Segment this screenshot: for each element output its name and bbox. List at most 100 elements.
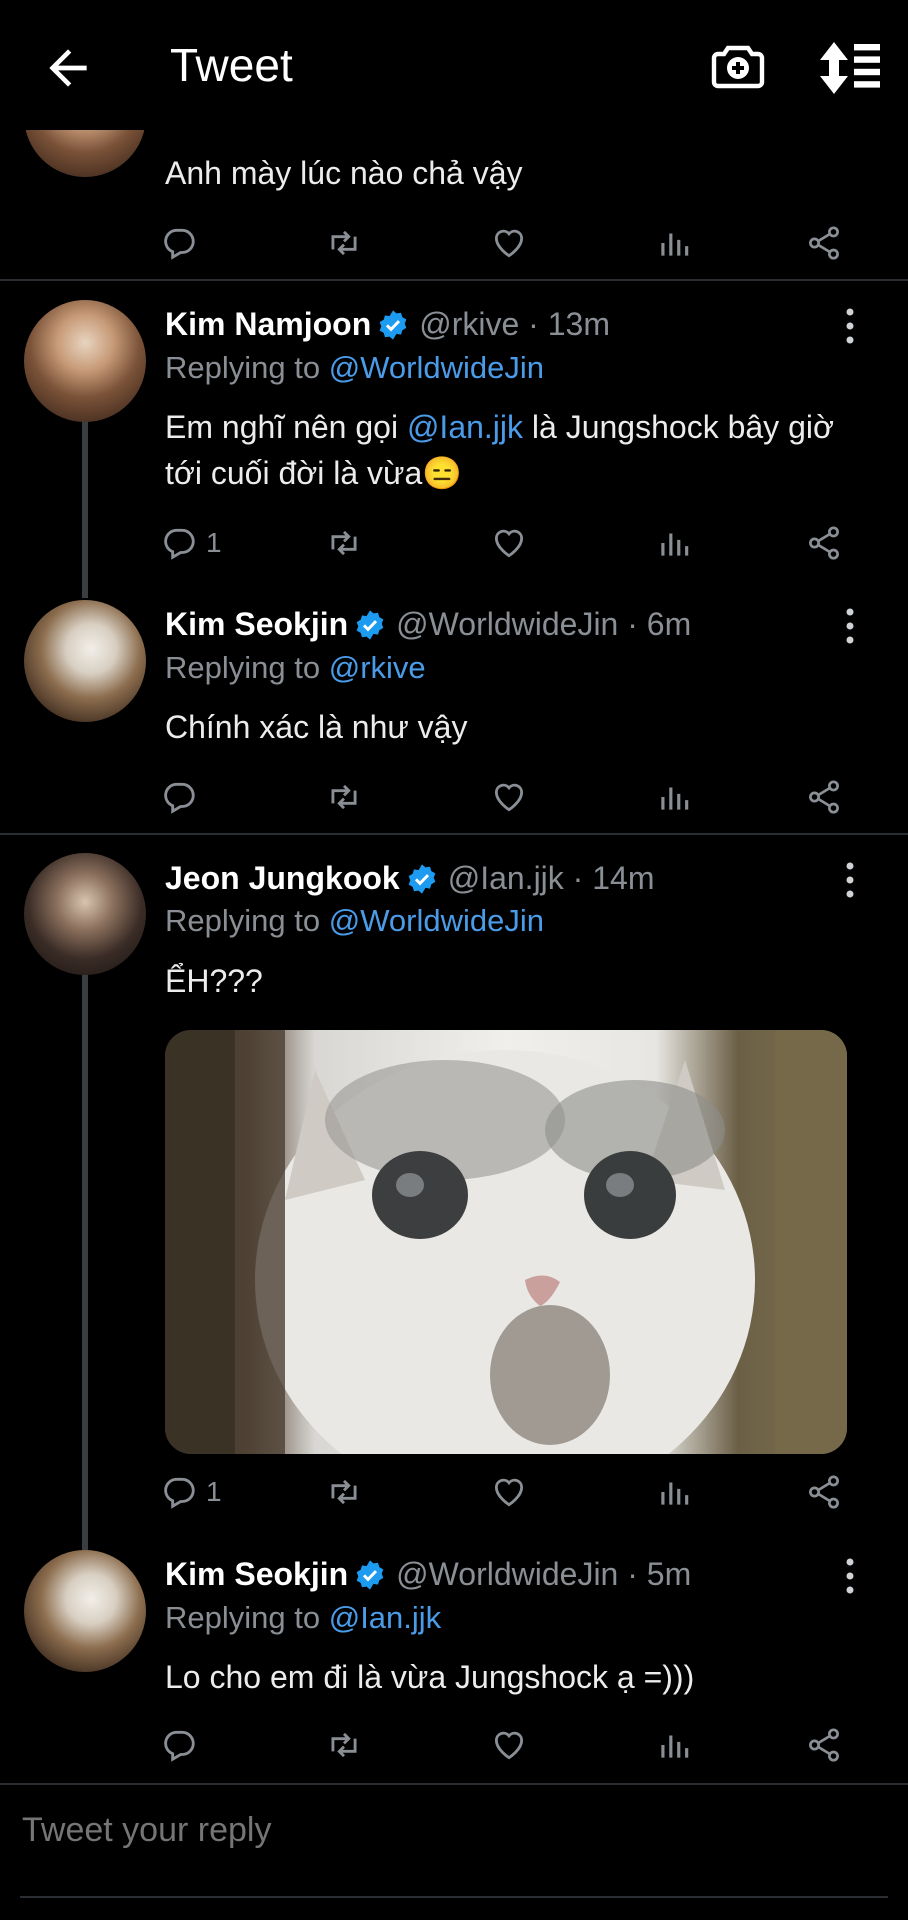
mention-link[interactable]: @Ian.jjk [329, 1600, 441, 1635]
replying-to: Replying to @WorldwideJin [165, 350, 544, 386]
like-heart-button[interactable] [490, 1720, 528, 1770]
more-options-icon[interactable] [840, 306, 860, 346]
tweet-header: Jeon Jungkook @Ian.jjk · 14m [165, 860, 654, 897]
back-arrow-icon[interactable] [40, 40, 96, 96]
more-options-icon[interactable] [840, 860, 860, 900]
thread-line [82, 420, 88, 598]
reply-icon [164, 1730, 195, 1762]
retweet-button[interactable] [325, 1467, 363, 1517]
display-name[interactable]: Kim Namjoon [165, 306, 371, 343]
tweet-text: Em nghĩ nên gọi @Ian.jjk là Jungshock bâ… [165, 404, 865, 496]
like-heart-button[interactable] [490, 518, 528, 568]
text-part: tới cuối đời là vừa😑 [165, 455, 463, 491]
tweet-actions: 1 [160, 518, 860, 568]
mention-link[interactable]: @WorldwideJin [329, 350, 544, 385]
share-button[interactable] [805, 1467, 843, 1517]
avatar[interactable] [24, 300, 146, 422]
more-options-icon[interactable] [840, 606, 860, 646]
share-button[interactable] [805, 1720, 843, 1770]
reply-composer [0, 1786, 908, 1898]
analytics-icon [661, 1735, 689, 1758]
share-button[interactable] [805, 218, 843, 268]
reply-button[interactable]: 1 [160, 1467, 222, 1517]
verified-badge-icon [408, 863, 436, 894]
verified-badge-icon [356, 1559, 384, 1590]
share-icon [809, 1728, 839, 1762]
analytics-icon [661, 1482, 689, 1505]
like-heart-icon [494, 783, 524, 812]
retweet-icon [331, 230, 357, 256]
avatar[interactable] [24, 600, 146, 722]
reply-count: 1 [206, 1476, 222, 1507]
like-heart-icon [494, 1478, 524, 1507]
analytics-button[interactable] [655, 772, 693, 822]
display-name[interactable]: Kim Seokjin [165, 606, 348, 643]
share-button[interactable] [805, 772, 843, 822]
like-heart-button[interactable] [490, 1467, 528, 1517]
analytics-button[interactable] [655, 218, 693, 268]
mention-link[interactable]: @Ian.jjk [407, 409, 523, 445]
analytics-icon [661, 787, 689, 810]
reply-input[interactable] [20, 1810, 884, 1851]
share-icon [809, 1475, 839, 1509]
share-icon [809, 526, 839, 560]
share-icon [809, 780, 839, 814]
tweet-text: Lo cho em đi là vừa Jungshock ạ =))) [165, 1659, 695, 1695]
handle-timestamp: @WorldwideJin · 6m [396, 606, 692, 642]
mention-link[interactable]: @rkive [329, 650, 426, 685]
replying-to-label: Replying to [165, 650, 329, 685]
reply-count: 1 [206, 527, 222, 558]
like-heart-button[interactable] [490, 772, 528, 822]
reply-button[interactable] [160, 218, 198, 268]
tweet-header: Kim Seokjin @WorldwideJin · 5m [165, 1556, 691, 1593]
replying-to-label: Replying to [165, 1600, 329, 1635]
tweet-header: Kim Namjoon @rkive · 13m [165, 306, 610, 343]
replying-to-label: Replying to [165, 350, 329, 385]
retweet-icon [331, 1732, 357, 1758]
more-options-icon[interactable] [840, 1556, 860, 1596]
tweet-text: Chính xác là như vậy [165, 709, 468, 745]
reply-button[interactable] [160, 772, 198, 822]
divider [0, 833, 908, 835]
share-icon [809, 226, 839, 260]
replying-to: Replying to @WorldwideJin [165, 903, 544, 939]
reply-button[interactable]: 1 [160, 518, 222, 568]
verified-badge-icon [356, 609, 384, 640]
replying-to: Replying to @rkive [165, 650, 426, 686]
text-part: là Jungshock bây giờ [523, 409, 834, 445]
tweet-media-image[interactable] [165, 1030, 847, 1454]
avatar[interactable] [24, 1550, 146, 1672]
like-heart-button[interactable] [490, 218, 528, 268]
display-name[interactable]: Jeon Jungkook [165, 860, 400, 897]
page-title: Tweet [170, 39, 293, 91]
handle-timestamp: @Ian.jjk · 14m [447, 860, 655, 896]
handle-timestamp: @WorldwideJin · 5m [396, 1556, 692, 1592]
like-heart-icon [494, 229, 524, 258]
add-photo-icon[interactable] [710, 38, 766, 94]
reply-button[interactable] [160, 1720, 198, 1770]
retweet-button[interactable] [325, 518, 363, 568]
avatar[interactable] [24, 853, 146, 975]
analytics-button[interactable] [655, 1720, 693, 1770]
retweet-icon [331, 530, 357, 556]
cat-photo [165, 1030, 847, 1454]
retweet-button[interactable] [325, 772, 363, 822]
mention-link[interactable]: @WorldwideJin [329, 903, 544, 938]
retweet-icon [331, 784, 357, 810]
tweet-actions [160, 772, 860, 822]
tweet-text: Anh mày lúc nào chả vậy [165, 155, 523, 191]
reply-icon [164, 1477, 195, 1509]
retweet-button[interactable] [325, 1720, 363, 1770]
display-name[interactable]: Kim Seokjin [165, 1556, 348, 1593]
reply-underline [20, 1896, 888, 1898]
analytics-button[interactable] [655, 518, 693, 568]
verified-badge-icon [379, 309, 407, 340]
retweet-button[interactable] [325, 218, 363, 268]
analytics-button[interactable] [655, 1467, 693, 1517]
like-heart-icon [494, 1731, 524, 1760]
share-button[interactable] [805, 518, 843, 568]
reply-icon [164, 528, 195, 560]
tweet-actions: 1 [160, 1467, 860, 1517]
tweet-header: Kim Seokjin @WorldwideJin · 6m [165, 606, 691, 643]
sort-order-icon[interactable] [818, 40, 882, 96]
